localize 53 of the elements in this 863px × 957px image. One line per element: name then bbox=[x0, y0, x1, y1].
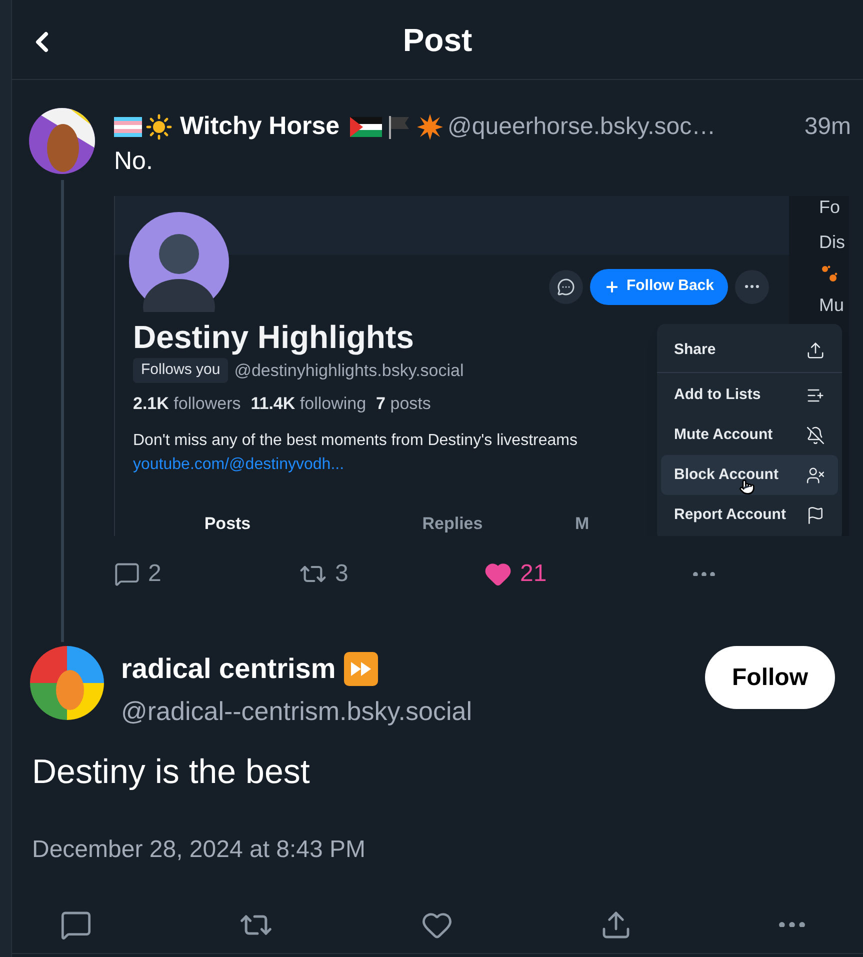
sidebar-text: Dis bbox=[819, 231, 846, 254]
more-icon bbox=[745, 284, 759, 288]
author-name[interactable]: radical centrism bbox=[121, 648, 336, 690]
menu-item[interactable]: Share bbox=[661, 330, 838, 370]
repost-button[interactable]: 3 bbox=[299, 556, 484, 592]
post-date: December 28, 2024 at 8:43 PM bbox=[31, 835, 367, 865]
avatar[interactable] bbox=[30, 646, 104, 720]
reply-button[interactable]: 2 bbox=[114, 556, 299, 592]
sidebar-text: Fo bbox=[819, 196, 842, 219]
author-name[interactable]: Witchy Horse bbox=[180, 108, 340, 146]
more-icon bbox=[693, 572, 715, 576]
profile-stat: 11.4K following bbox=[250, 393, 366, 415]
profile-bio: Don't miss any of the best moments from Destiny's livestreams bbox=[133, 430, 578, 450]
menu-item[interactable]: Report Account bbox=[661, 495, 838, 535]
follows-you-badge: Follows you bbox=[133, 358, 228, 382]
post-text: No. bbox=[114, 146, 154, 176]
profile-tab[interactable]: Replies bbox=[340, 510, 565, 536]
author-handle[interactable]: @queerhorse.bsky.soc… bbox=[448, 109, 716, 145]
flag-icon bbox=[806, 506, 825, 524]
profile-stat: 2.1K followers bbox=[133, 393, 241, 415]
profile-tab[interactable]: Posts bbox=[115, 510, 340, 536]
star-icon bbox=[416, 113, 444, 141]
reply-icon bbox=[114, 561, 140, 587]
plus-icon bbox=[604, 278, 620, 294]
profile-handle: @destinyhighlights.bsky.social bbox=[234, 360, 464, 382]
message-button[interactable] bbox=[549, 270, 584, 304]
paw-icon bbox=[819, 264, 839, 284]
fast-forward-icon bbox=[344, 652, 378, 686]
more-icon[interactable] bbox=[779, 922, 805, 928]
follow-button[interactable]: Follow bbox=[705, 646, 835, 709]
profile-name: Destiny Highlights bbox=[133, 318, 414, 356]
flag-icon bbox=[350, 117, 382, 137]
sun-icon bbox=[146, 114, 172, 140]
menu-item[interactable]: Add to Lists bbox=[661, 375, 838, 415]
post-time: 39m bbox=[804, 112, 851, 142]
profile-stat: 7 posts bbox=[376, 393, 431, 415]
more-button[interactable] bbox=[735, 270, 769, 304]
menu-item[interactable]: Block Account bbox=[661, 455, 838, 495]
trans-flag-icon bbox=[114, 117, 142, 137]
page-title: Post bbox=[402, 20, 472, 60]
share-icon bbox=[806, 340, 825, 360]
chat-icon bbox=[557, 278, 576, 296]
follow-back-button[interactable]: Follow Back bbox=[590, 268, 728, 304]
menu-item[interactable]: Mute Account bbox=[661, 415, 838, 455]
profile-link[interactable]: youtube.com/@destinyvodh... bbox=[133, 452, 344, 476]
profile-tab[interactable]: M bbox=[565, 510, 605, 536]
cursor-icon bbox=[739, 479, 755, 495]
author-handle[interactable]: @radical--centrism.bsky.social bbox=[121, 692, 472, 731]
like-button[interactable]: 21 bbox=[484, 556, 689, 592]
user-x-icon bbox=[806, 466, 825, 484]
post-text: Destiny is the best bbox=[31, 752, 311, 793]
sidebar-text: Mu bbox=[819, 294, 846, 317]
bell-off-icon bbox=[806, 426, 825, 444]
